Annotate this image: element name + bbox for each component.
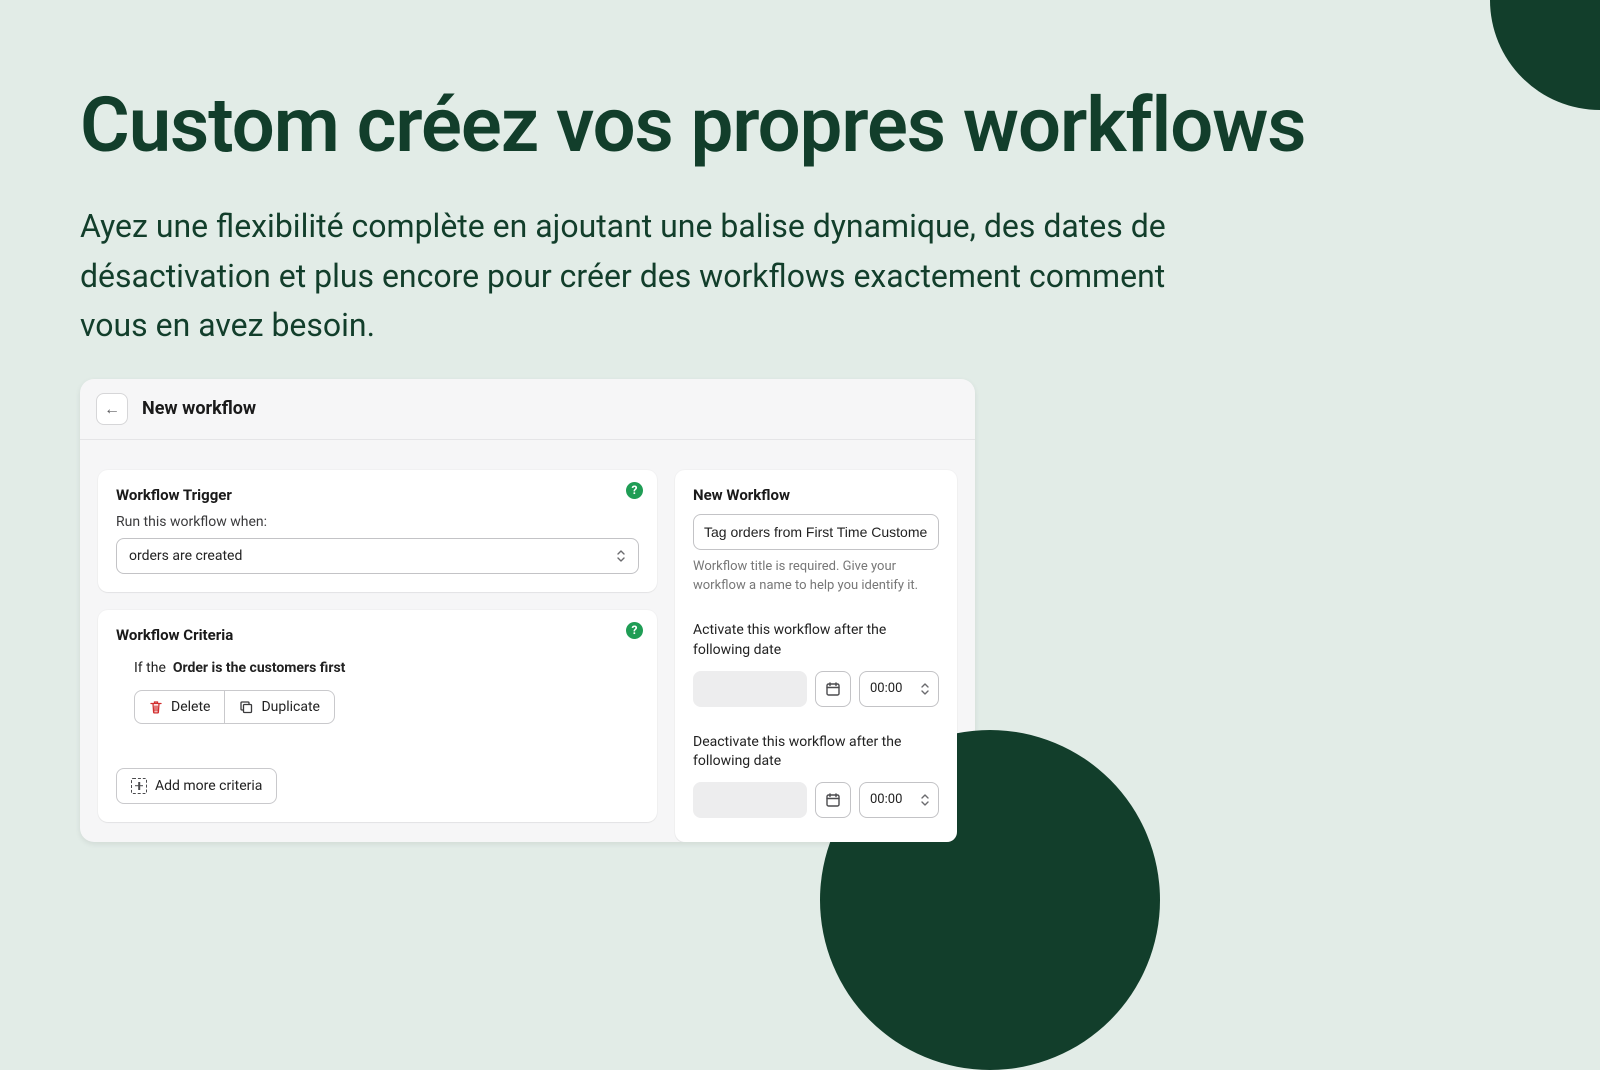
activate-time-select[interactable]: 00:00: [859, 671, 939, 707]
delete-label: Delete: [171, 699, 210, 715]
page-title: New workflow: [142, 398, 256, 419]
activate-label: Activate this workflow after the followi…: [693, 621, 939, 660]
workflow-criteria-title: Workflow Criteria: [116, 626, 639, 644]
hero-subtitle: Ayez une flexibilité complète en ajoutan…: [80, 202, 1180, 351]
calendar-icon: [825, 792, 841, 808]
workflow-trigger-card: ? Workflow Trigger Run this workflow whe…: [98, 470, 657, 592]
activate-calendar-button[interactable]: [815, 671, 851, 707]
trigger-select-value: orders are created: [129, 548, 242, 564]
deactivate-label: Deactivate this workflow after the follo…: [693, 733, 939, 772]
activate-time-value: 00:00: [870, 681, 902, 696]
deactivate-time-value: 00:00: [870, 792, 902, 807]
chevron-updown-icon: [920, 682, 930, 696]
back-button[interactable]: ←: [96, 393, 128, 425]
new-workflow-card: New Workflow Workflow title is required.…: [675, 470, 957, 842]
workflow-criteria-card: ? Workflow Criteria If the Order is the …: [98, 610, 657, 822]
duplicate-label: Duplicate: [261, 699, 320, 715]
duplicate-button[interactable]: Duplicate: [225, 690, 335, 724]
deactivate-calendar-button[interactable]: [815, 782, 851, 818]
add-criteria-button[interactable]: Add more criteria: [116, 768, 277, 804]
duplicate-icon: [239, 700, 253, 714]
delete-button[interactable]: Delete: [134, 690, 225, 724]
help-icon[interactable]: ?: [626, 622, 643, 639]
workflow-trigger-title: Workflow Trigger: [116, 486, 639, 504]
run-when-label: Run this workflow when:: [116, 514, 639, 530]
criteria-condition: If the Order is the customers first: [116, 654, 639, 690]
hero-title: Custom créez vos propres workflows: [80, 80, 1520, 170]
chevron-updown-icon: [616, 549, 626, 563]
arrow-left-icon: ←: [104, 399, 120, 419]
add-criteria-label: Add more criteria: [155, 778, 262, 794]
chevron-updown-icon: [920, 793, 930, 807]
trigger-select[interactable]: orders are created: [116, 538, 639, 574]
trash-icon: [149, 700, 163, 714]
deactivate-date-input[interactable]: [693, 782, 807, 818]
add-dashed-icon: [131, 778, 147, 794]
deactivate-time-select[interactable]: 00:00: [859, 782, 939, 818]
calendar-icon: [825, 681, 841, 697]
workflow-name-input[interactable]: [693, 514, 939, 550]
activate-date-input[interactable]: [693, 671, 807, 707]
new-workflow-title: New Workflow: [693, 486, 939, 504]
help-icon[interactable]: ?: [626, 482, 643, 499]
app-window: ← New workflow ? Workflow Trigger Run th…: [80, 379, 975, 842]
workflow-name-helper: Workflow title is required. Give your wo…: [693, 558, 939, 596]
